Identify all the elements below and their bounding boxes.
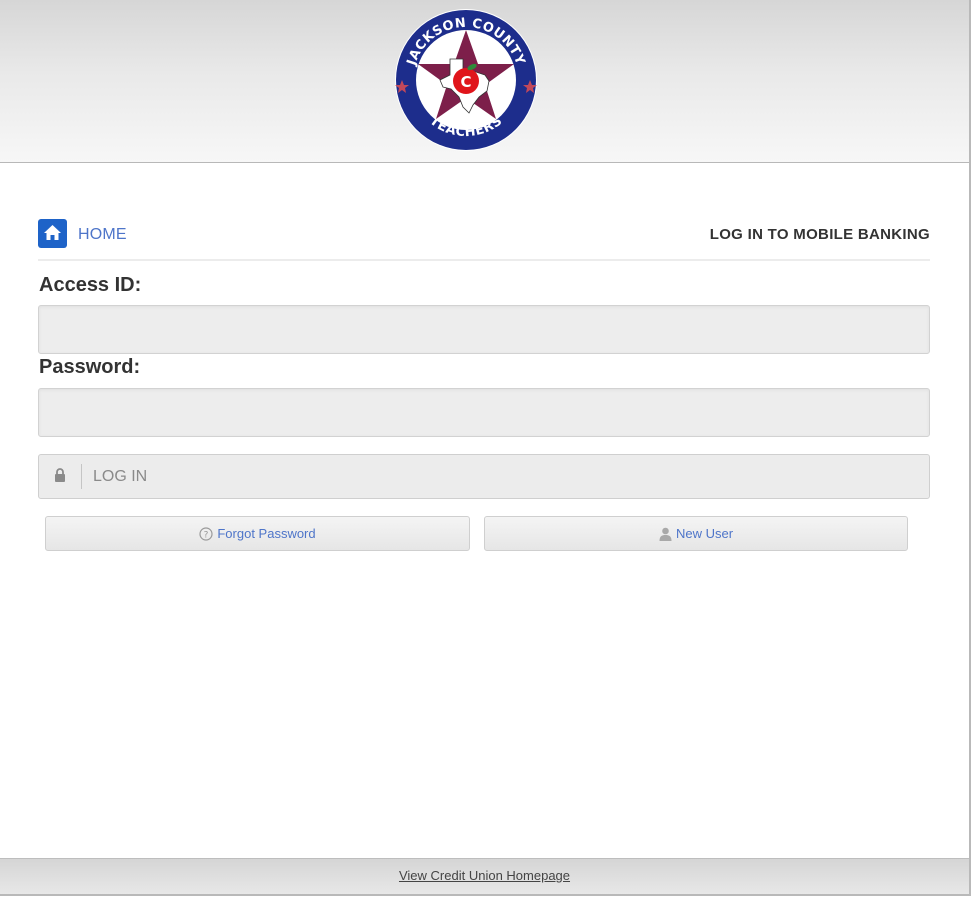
nav-bar: HOME LOG IN TO MOBILE BANKING bbox=[38, 219, 930, 261]
footer-bar: View Credit Union Homepage bbox=[0, 858, 969, 894]
forgot-password-button[interactable]: ? Forgot Password bbox=[45, 516, 470, 551]
mobile-banking-login-page: JACKSON COUNTY TEACHERS C HOME LOG IN TO… bbox=[0, 0, 971, 896]
lock-icon-wrap bbox=[39, 455, 81, 498]
password-input[interactable] bbox=[39, 389, 929, 436]
home-icon bbox=[44, 225, 61, 240]
access-id-field[interactable] bbox=[38, 305, 930, 354]
question-circle-icon: ? bbox=[199, 526, 213, 541]
svg-text:?: ? bbox=[204, 530, 209, 540]
credit-union-homepage-link[interactable]: View Credit Union Homepage bbox=[399, 868, 570, 883]
user-icon bbox=[659, 527, 672, 541]
password-field[interactable] bbox=[38, 388, 930, 437]
lock-icon bbox=[55, 468, 65, 482]
credit-union-logo: JACKSON COUNTY TEACHERS C bbox=[395, 9, 537, 151]
header-banner: JACKSON COUNTY TEACHERS C bbox=[0, 0, 969, 163]
new-user-label: New User bbox=[675, 526, 734, 541]
access-id-input[interactable] bbox=[39, 306, 929, 353]
login-button-divider bbox=[81, 464, 82, 489]
login-button[interactable]: LOG IN bbox=[38, 454, 930, 499]
access-id-label: Access ID: bbox=[39, 274, 142, 296]
home-link[interactable]: HOME bbox=[78, 226, 127, 244]
password-label: Password: bbox=[39, 356, 141, 378]
logo-center-letter: C bbox=[460, 73, 471, 91]
home-button[interactable] bbox=[38, 219, 67, 248]
page-title: LOG IN TO MOBILE BANKING bbox=[709, 226, 930, 243]
login-button-label: LOG IN bbox=[93, 468, 148, 485]
forgot-password-label: Forgot Password bbox=[217, 526, 316, 541]
new-user-button[interactable]: New User bbox=[484, 516, 908, 551]
